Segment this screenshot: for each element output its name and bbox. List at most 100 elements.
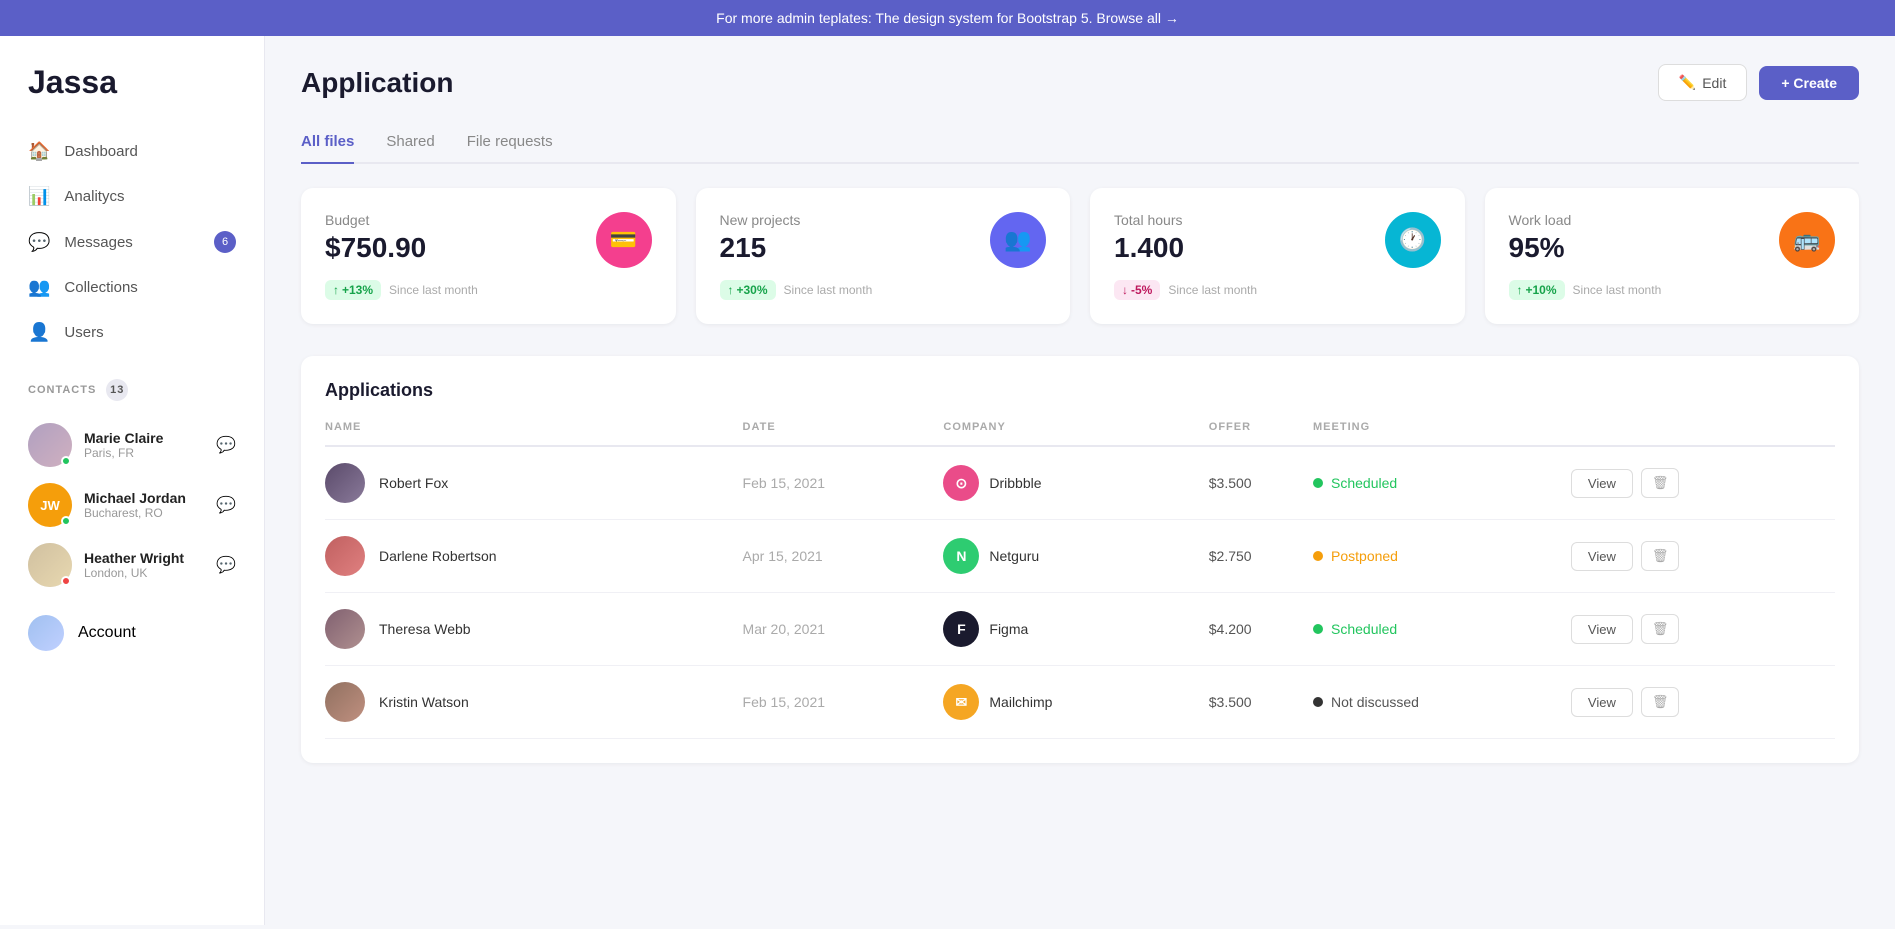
company-name: Mailchimp [989, 694, 1052, 710]
tabs: All files Shared File requests [301, 121, 1859, 164]
sidebar-item-account[interactable]: Account [0, 603, 264, 663]
stat-since: Since last month [1168, 283, 1257, 297]
sidebar-item-label: Analitycs [64, 188, 124, 205]
delete-button[interactable]: 🗑 [1641, 687, 1680, 717]
col-actions [1571, 421, 1835, 446]
col-company: COMPANY [943, 421, 1208, 446]
row-avatar [325, 463, 365, 503]
chat-icon: 💬 [28, 232, 50, 253]
cell-company: ✉ Mailchimp [943, 666, 1208, 739]
account-avatar [28, 615, 64, 651]
cell-name: Robert Fox [325, 446, 743, 520]
view-button[interactable]: View [1571, 542, 1633, 571]
chat-bubble-icon[interactable]: 💬 [216, 435, 236, 455]
sidebar-item-collections[interactable]: 👥 Collections [0, 265, 264, 310]
table-row: Robert Fox Feb 15, 2021 ⊙ Dribbble $3.50… [325, 446, 1835, 520]
sidebar-item-label: Dashboard [64, 143, 137, 160]
cell-offer: $3.500 [1209, 446, 1313, 520]
meeting-status-dot [1313, 697, 1323, 707]
company-name: Netguru [989, 548, 1039, 564]
logo: Jassa [0, 36, 264, 121]
stat-since: Since last month [389, 283, 478, 297]
stat-footer: ↓ -5% Since last month [1114, 280, 1441, 300]
meeting-status: Postponed [1331, 548, 1398, 564]
company-name: Dribbble [989, 475, 1041, 491]
create-button[interactable]: + Create [1759, 66, 1859, 100]
applicant-name: Kristin Watson [379, 694, 469, 710]
col-date: DATE [743, 421, 944, 446]
view-button[interactable]: View [1571, 688, 1633, 717]
main-content: Application ✏️ Edit + Create All files [265, 36, 1895, 925]
cell-actions: View 🗑 [1571, 446, 1835, 520]
arrow-down-icon: ↓ [1122, 283, 1128, 297]
stat-footer: ↑ +13% Since last month [325, 280, 652, 300]
arrow-up-icon: ↑ [333, 283, 339, 297]
delete-button[interactable]: 🗑 [1641, 614, 1680, 644]
col-meeting: MEETING [1313, 421, 1571, 446]
stat-since: Since last month [784, 283, 873, 297]
company-logo: ⊙ [943, 465, 979, 501]
stat-card-new-projects: New projects 215 👥 ↑ +30% Since last mon… [696, 188, 1071, 324]
cell-actions: View 🗑 [1571, 666, 1835, 739]
sidebar-item-dashboard[interactable]: 🏠 Dashboard [0, 129, 264, 174]
company-name: Figma [989, 621, 1028, 637]
sidebar-item-users[interactable]: 👤 Users [0, 310, 264, 355]
stats-grid: Budget $750.90 💳 ↑ +13% Since last month [301, 188, 1859, 324]
sidebar-item-analytics[interactable]: 📊 Analitycs [0, 174, 264, 219]
meeting-status: Scheduled [1331, 475, 1397, 491]
sidebar: Jassa 🏠 Dashboard 📊 Analitycs 💬 Messages… [0, 36, 265, 925]
budget-icon: 💳 [596, 212, 652, 268]
change-badge: ↑ +30% [720, 280, 776, 300]
stat-value: 1.400 [1114, 232, 1184, 264]
col-offer: OFFER [1209, 421, 1313, 446]
status-dot-green [61, 516, 71, 526]
row-avatar [325, 609, 365, 649]
applications-table: NAME DATE COMPANY OFFER MEETING Robert F… [325, 421, 1835, 739]
view-button[interactable]: View [1571, 469, 1633, 498]
arrow-up-icon: ↑ [1517, 283, 1523, 297]
cell-meeting: Postponed [1313, 520, 1571, 593]
table-row: Theresa Webb Mar 20, 2021 F Figma $4.200… [325, 593, 1835, 666]
table-row: Darlene Robertson Apr 15, 2021 N Netguru… [325, 520, 1835, 593]
cell-actions: View 🗑 [1571, 593, 1835, 666]
pencil-icon: ✏️ [1679, 74, 1696, 91]
contact-name: Marie Claire [84, 430, 204, 446]
edit-button[interactable]: ✏️ Edit [1658, 64, 1748, 101]
sidebar-item-messages[interactable]: 💬 Messages 6 [0, 219, 264, 265]
sidebar-item-label: Users [64, 324, 103, 341]
cell-meeting: Not discussed [1313, 666, 1571, 739]
company-logo: N [943, 538, 979, 574]
row-avatar [325, 682, 365, 722]
change-badge: ↑ +13% [325, 280, 381, 300]
stat-since: Since last month [1573, 283, 1662, 297]
page-header: Application ✏️ Edit + Create [301, 64, 1859, 101]
header-actions: ✏️ Edit + Create [1658, 64, 1859, 101]
avatar [28, 543, 72, 587]
tab-all-files[interactable]: All files [301, 121, 354, 164]
contact-info: Marie Claire Paris, FR [84, 430, 204, 460]
delete-button[interactable]: 🗑 [1641, 541, 1680, 571]
contact-michael-jordan[interactable]: JW Michael Jordan Bucharest, RO 💬 [28, 475, 236, 535]
account-label: Account [78, 624, 136, 642]
contact-heather-wright[interactable]: Heather Wright London, UK 💬 [28, 535, 236, 595]
stat-value: $750.90 [325, 232, 426, 264]
chat-bubble-icon[interactable]: 💬 [216, 555, 236, 575]
cell-name: Theresa Webb [325, 593, 743, 666]
avatar [28, 423, 72, 467]
meeting-status-dot [1313, 551, 1323, 561]
contact-marie-claire[interactable]: Marie Claire Paris, FR 💬 [28, 415, 236, 475]
sidebar-item-label: Collections [64, 279, 137, 296]
table-row: Kristin Watson Feb 15, 2021 ✉ Mailchimp … [325, 666, 1835, 739]
view-button[interactable]: View [1571, 615, 1633, 644]
new-projects-icon: 👥 [990, 212, 1046, 268]
applicant-name: Robert Fox [379, 475, 448, 491]
delete-button[interactable]: 🗑 [1641, 468, 1680, 498]
total-hours-icon: 🕐 [1385, 212, 1441, 268]
tab-shared[interactable]: Shared [386, 121, 434, 164]
tab-file-requests[interactable]: File requests [467, 121, 553, 164]
cell-offer: $3.500 [1209, 666, 1313, 739]
applications-section: Applications NAME DATE COMPANY OFFER MEE… [301, 356, 1859, 763]
messages-badge: 6 [214, 231, 236, 253]
users-icon: 👤 [28, 322, 50, 343]
chat-bubble-icon[interactable]: 💬 [216, 495, 236, 515]
